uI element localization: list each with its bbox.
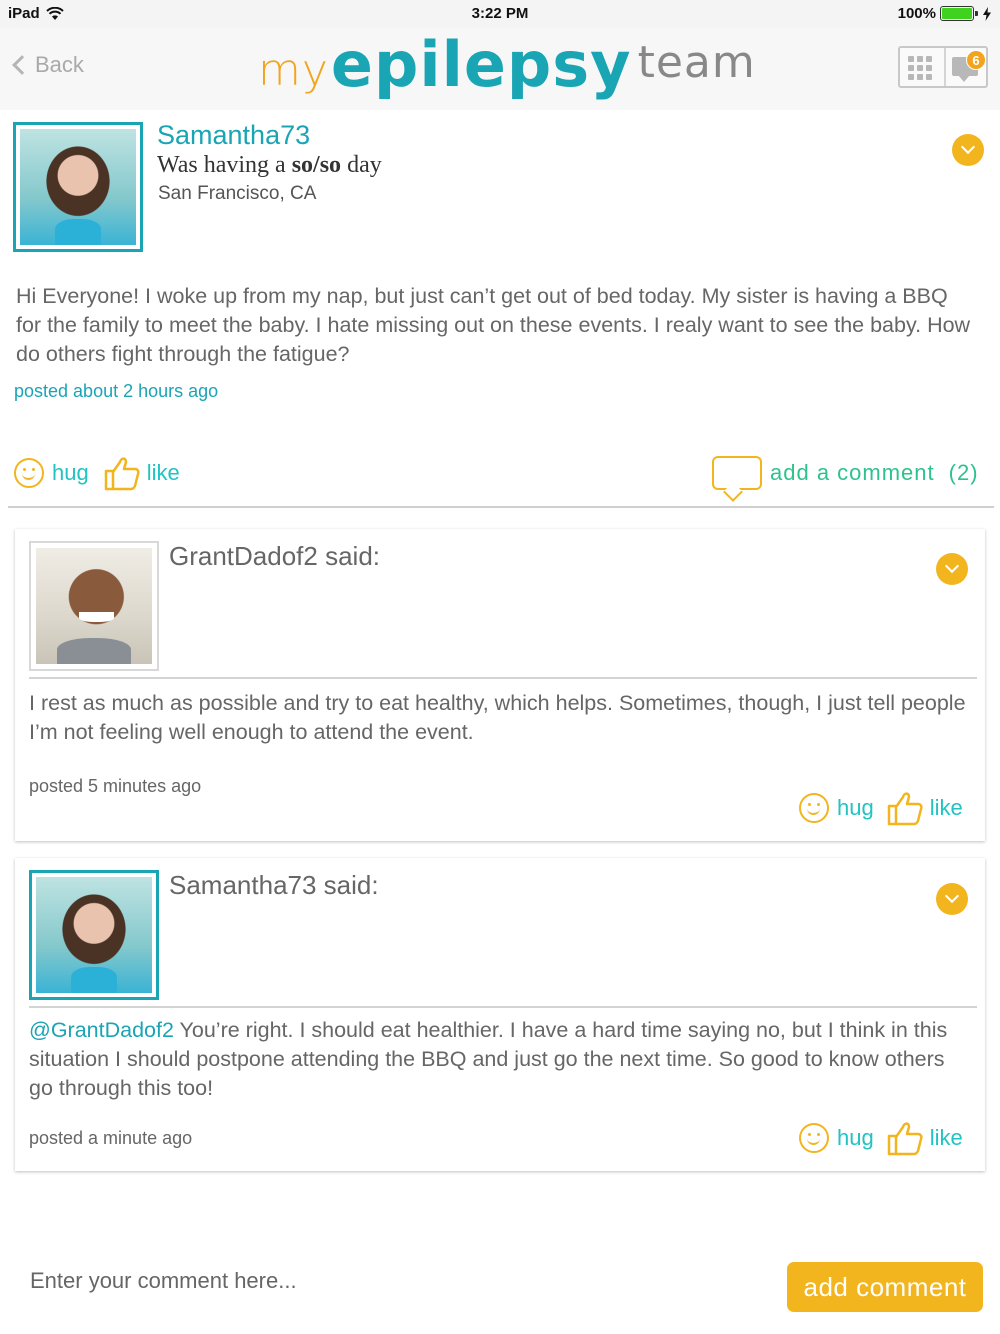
like-label: like (929, 1125, 963, 1150)
comment-card: GrantDadof2 said: I rest as much as poss… (15, 529, 985, 841)
post-options-button[interactable] (952, 134, 984, 166)
post-author-avatar[interactable] (13, 122, 143, 252)
menu-divider (944, 48, 946, 86)
hug-button[interactable]: hug (799, 793, 874, 823)
nav-bar: Back my epilepsy team 6 (0, 28, 1000, 110)
comment-text: I rest as much as possible and try to ea… (29, 691, 966, 744)
card-divider (29, 677, 977, 679)
mood-suffix: day (341, 152, 382, 178)
comment-author-avatar[interactable] (29, 870, 159, 1000)
hug-label: hug (837, 795, 874, 820)
mood-value: so/so (291, 152, 342, 178)
hug-button[interactable]: hug (799, 1123, 874, 1153)
notification-badge: 6 (966, 50, 986, 70)
thumbs-up-icon (104, 457, 140, 491)
post-actions: hug like (14, 454, 180, 492)
logo-team: team (637, 37, 756, 88)
comment-body: @GrantDadof2 You’re right. I should eat … (29, 1016, 969, 1103)
apps-grid-icon[interactable] (908, 56, 934, 80)
back-label: Back (35, 52, 84, 77)
like-button[interactable]: like (886, 789, 963, 827)
comment-card: Samantha73 said: @GrantDadof2 You’re rig… (15, 858, 985, 1171)
smile-icon (799, 793, 829, 823)
avatar-photo (20, 129, 136, 245)
smile-icon (799, 1123, 829, 1153)
comment-actions: hug like (799, 1119, 963, 1157)
back-button[interactable]: Back (10, 52, 84, 78)
comment-actions: hug like (799, 789, 963, 827)
add-comment-link[interactable]: add a comment (2) (712, 456, 979, 490)
comment-options-button[interactable] (936, 883, 968, 915)
add-comment-label: add a comment (770, 460, 935, 485)
comment-author-avatar[interactable] (29, 541, 159, 671)
like-button[interactable]: like (103, 454, 180, 492)
avatar-photo (36, 548, 152, 664)
comment-author: GrantDadof2 said: (169, 541, 381, 571)
comment-count: (2) (948, 460, 979, 485)
charging-bolt-icon (983, 6, 991, 21)
mood-prefix: Was having a (157, 152, 292, 178)
like-button[interactable]: like (886, 1119, 963, 1157)
hug-button[interactable]: hug (14, 458, 89, 488)
post-timestamp: posted about 2 hours ago (14, 381, 219, 401)
comment-bubble-icon (712, 456, 762, 490)
chevron-left-icon (12, 55, 32, 75)
comment-options-button[interactable] (936, 553, 968, 585)
hug-label: hug (52, 460, 89, 485)
like-label: like (146, 460, 180, 485)
comment-input[interactable] (16, 1256, 716, 1306)
post-author-name[interactable]: Samantha73 (157, 120, 310, 151)
status-time: 3:22 PM (471, 5, 529, 22)
battery-percent: 100% (897, 5, 936, 22)
thumbs-up-icon (887, 792, 923, 826)
comment-mention[interactable]: @GrantDadof2 (29, 1018, 174, 1042)
add-comment-button[interactable]: add comment (787, 1262, 983, 1312)
post-body: Hi Everyone! I woke up from my nap, but … (16, 284, 971, 366)
comment-timestamp: posted 5 minutes ago (29, 776, 202, 796)
hug-label: hug (837, 1125, 874, 1150)
like-label: like (929, 795, 963, 820)
smile-icon (14, 458, 44, 488)
menu-box: 6 (898, 46, 988, 88)
logo-epilepsy: epilepsy (330, 28, 632, 101)
comment-body: I rest as much as possible and try to ea… (29, 689, 969, 747)
thumbs-up-icon (887, 1122, 923, 1156)
card-divider (29, 1006, 977, 1008)
status-right: 100% (898, 5, 992, 22)
avatar-photo (36, 877, 152, 993)
battery-icon (940, 6, 978, 21)
app-logo: my epilepsy team (258, 32, 756, 102)
section-divider (8, 506, 994, 508)
post-mood: Was having a so/so day (157, 152, 382, 179)
comment-timestamp: posted a minute ago (29, 1128, 193, 1148)
post-location: San Francisco, CA (158, 183, 317, 204)
logo-my: my (258, 45, 329, 96)
status-bar: iPad 3:22 PM 100% (0, 0, 1000, 28)
comment-author: Samantha73 said: (169, 870, 379, 900)
